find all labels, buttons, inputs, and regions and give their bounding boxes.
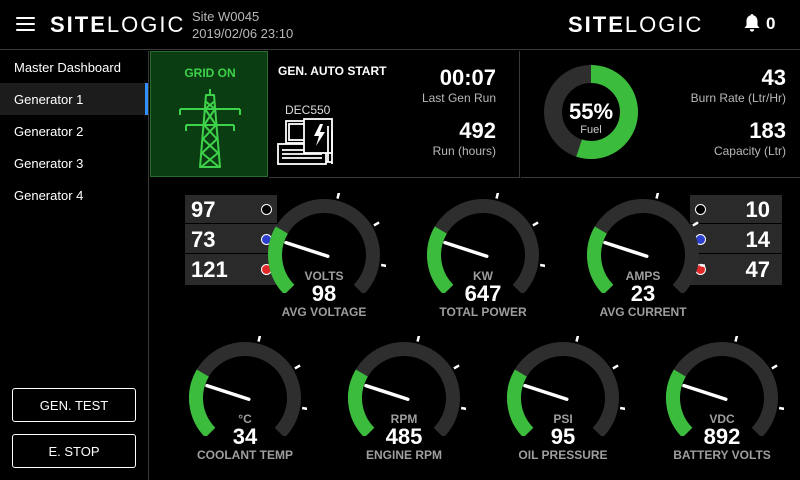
gen-test-button[interactable]: GEN. TEST	[12, 388, 136, 422]
fuel-percent: 55%	[568, 99, 614, 124]
gauge-tick	[532, 221, 539, 227]
gauge-battery-volts: VDC 892 BATTERY VOLTS	[660, 336, 784, 462]
capacity-value: 183	[749, 118, 786, 143]
brand-logo: SITELOGIC	[50, 12, 186, 37]
gauge-tick	[539, 263, 545, 268]
gauge-title: COOLANT TEMP	[197, 448, 293, 462]
gauge-tick	[453, 364, 460, 370]
voltage-phase-1-value: 97	[191, 197, 216, 222]
gauge-value: 485	[385, 424, 423, 449]
last-gen-run-value: 00:07	[439, 65, 496, 90]
gauge-needle	[682, 383, 728, 401]
sidebar-item-master-dashboard[interactable]: Master Dashboard	[0, 51, 148, 83]
notification-count: 0	[766, 14, 776, 33]
brand-logo-right: SITELOGIC	[568, 12, 704, 37]
gauge-engine-rpm: RPM 485 ENGINE RPM	[342, 336, 466, 462]
site-info: Site W0045 2019/02/06 23:10	[192, 8, 293, 42]
bell-icon[interactable]	[743, 13, 761, 33]
gauge-title: TOTAL POWER	[439, 305, 527, 319]
capacity-label: Capacity (Ltr)	[713, 144, 786, 158]
voltage-phase-3-value: 121	[191, 257, 228, 282]
gauge-total-power: KW 647 TOTAL POWER	[421, 193, 545, 319]
site-datetime: 2019/02/06 23:10	[192, 26, 294, 41]
gauge-tick	[301, 406, 307, 411]
hamburger-menu-icon[interactable]	[16, 17, 35, 31]
site-id: Site W0045	[192, 9, 260, 24]
gauge-avg-voltage: VOLTS 98 AVG VOLTAGE	[262, 193, 386, 319]
power-tower-icon	[179, 89, 241, 168]
gauge-needle	[284, 240, 330, 258]
gauge-needle	[443, 240, 489, 258]
gauge-value: 98	[311, 281, 337, 306]
gauge-title: AVG CURRENT	[599, 305, 687, 319]
sidebar-item-generator-2[interactable]: Generator 2	[0, 115, 148, 147]
gauge-tick	[655, 193, 660, 199]
run-hours-value: 492	[459, 118, 496, 143]
gauge-tick	[336, 193, 341, 199]
gauge-value: 23	[630, 281, 656, 306]
gauge-tick	[778, 406, 784, 411]
gauge-title: AVG VOLTAGE	[281, 305, 367, 319]
gauge-needle	[603, 240, 649, 258]
gauge-needle	[205, 383, 251, 401]
top-bar: SITELOGIC Site W0045 2019/02/06 23:10 SI…	[0, 0, 800, 50]
last-gen-run-label: Last Gen Run	[421, 91, 496, 105]
current-phase-1-value: 10	[745, 197, 770, 222]
sidebar-item-generator-3[interactable]: Generator 3	[0, 147, 148, 179]
gauge-tick	[619, 406, 625, 411]
fuel-panel: 55% Fuel 43 Burn Rate (Ltr/Hr) 183 Capac…	[521, 51, 800, 178]
auto-start-panel: GEN. AUTO START DEC550 00:07 Last Gen Ru…	[269, 51, 520, 178]
controller-label: DEC550	[285, 103, 331, 117]
gauge-oil-pressure: PSI 95 OIL PRESSURE	[501, 336, 625, 462]
gauge-tick	[612, 364, 619, 370]
sidebar-item-generator-1[interactable]: Generator 1	[0, 83, 148, 115]
gauge-value: 647	[464, 281, 502, 306]
burn-rate-value: 43	[761, 65, 786, 90]
gauge-title: BATTERY VOLTS	[673, 448, 771, 462]
gauge-tick	[699, 263, 705, 268]
gauge-tick	[416, 336, 421, 342]
gauge-tick	[771, 364, 778, 370]
gauge-tick	[734, 336, 739, 342]
gauge-value: 892	[703, 424, 741, 449]
gauge-tick	[460, 406, 466, 411]
gauge-tick	[294, 364, 301, 370]
grid-status-panel: GRID ON	[150, 51, 268, 177]
gauge-tick	[495, 193, 500, 199]
gauge-coolant-temp: °C 34 COOLANT TEMP	[183, 336, 307, 462]
voltage-phase-2-value: 73	[191, 227, 216, 252]
gauge-tick	[257, 336, 262, 342]
run-hours-label: Run (hours)	[432, 144, 496, 158]
gauge-tick	[380, 263, 386, 268]
e-stop-button[interactable]: E. STOP	[12, 434, 136, 468]
gauge-tick	[692, 221, 699, 227]
gauge-tick	[575, 336, 580, 342]
gauge-avg-current: AMPS 23 AVG CURRENT	[581, 193, 705, 319]
gauge-title: OIL PRESSURE	[518, 448, 608, 462]
gauge-needle	[364, 383, 410, 401]
fuel-label: Fuel	[580, 124, 602, 136]
controller-icon	[277, 118, 333, 165]
sidebar-item-generator-4[interactable]: Generator 4	[0, 179, 148, 211]
burn-rate-label: Burn Rate (Ltr/Hr)	[690, 91, 786, 105]
gauge-title: ENGINE RPM	[365, 448, 442, 462]
auto-start-title: GEN. AUTO START	[278, 64, 387, 78]
current-phase-3-value: 47	[745, 257, 770, 282]
gauge-value: 95	[550, 424, 576, 449]
gauge-value: 34	[232, 424, 258, 449]
sidebar: Master Dashboard Generator 1 Generator 2…	[0, 51, 149, 480]
gauge-needle	[523, 383, 569, 401]
grid-status-label: GRID ON	[184, 66, 236, 80]
current-phase-2-value: 14	[745, 227, 770, 252]
gauge-tick	[373, 221, 380, 227]
